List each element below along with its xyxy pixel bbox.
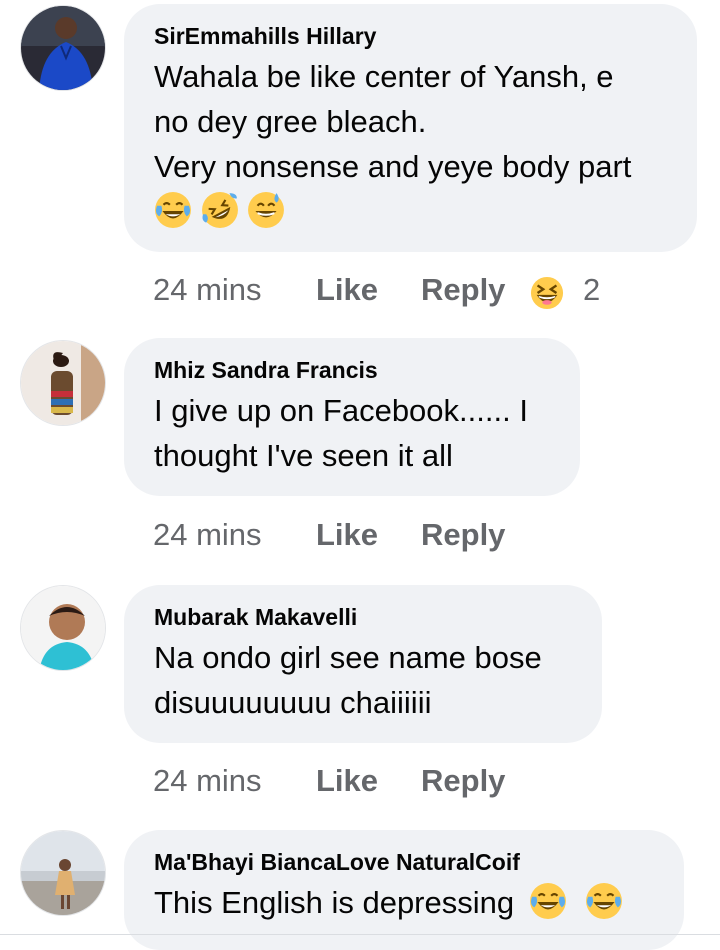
like-button[interactable]: Like (316, 517, 378, 553)
comment-line: disuuuuuuuu chaiiiiii (154, 685, 432, 720)
comment-text: This English is depressing (154, 880, 656, 925)
comment-author[interactable]: Mubarak Makavelli (154, 603, 574, 631)
reply-button[interactable]: Reply (421, 272, 505, 308)
comment-timestamp: 24 mins (153, 272, 262, 307)
comment-author[interactable]: Ma'Bhayi BiancaLove NaturalCoif (154, 848, 656, 876)
avatar[interactable] (20, 830, 106, 916)
comment-text: I give up on Facebook...... I thought I'… (154, 388, 552, 478)
comment-bubble[interactable]: SirEmmahills Hillary Wahala be like cent… (124, 4, 697, 252)
comment-line: I give up on Facebook...... I (154, 393, 528, 428)
like-button[interactable]: Like (316, 272, 378, 308)
comment-emoji-row (154, 189, 669, 234)
comment-timestamp: 24 mins (153, 763, 262, 798)
comment-bubble[interactable]: Mubarak Makavelli Na ondo girl see name … (124, 585, 602, 743)
avatar[interactable] (20, 585, 106, 671)
grinning-sweat-emoji (247, 191, 285, 229)
crying-laughing-emoji (585, 882, 623, 920)
comment-line: Na ondo girl see name bose (154, 640, 542, 675)
comment-author[interactable]: Mhiz Sandra Francis (154, 356, 552, 384)
comment-line-text: This English is depressing (154, 885, 515, 920)
crying-laughing-emoji (154, 191, 192, 229)
reaction-count[interactable]: 2 (583, 272, 600, 308)
reply-button[interactable]: Reply (421, 763, 505, 799)
like-button[interactable]: Like (316, 763, 378, 799)
comment-bubble[interactable]: Ma'Bhayi BiancaLove NaturalCoif This Eng… (124, 830, 684, 950)
comment-line: no dey gree bleach. (154, 104, 427, 139)
comment-line: This English is depressing (154, 880, 656, 925)
comment-bubble[interactable]: Mhiz Sandra Francis I give up on Faceboo… (124, 338, 580, 496)
comment-text: Na ondo girl see name bose disuuuuuuuu c… (154, 635, 574, 725)
crying-laughing-emoji (529, 882, 567, 920)
reply-button[interactable]: Reply (421, 517, 505, 553)
rolling-laughing-emoji (201, 191, 239, 229)
avatar[interactable] (20, 5, 106, 91)
comment-timestamp: 24 mins (153, 517, 262, 552)
divider (0, 934, 720, 935)
avatar[interactable] (20, 340, 106, 426)
comment-text: Wahala be like center of Yansh, e no dey… (154, 54, 669, 234)
comment-line: Very nonsense and yeye body part (154, 149, 632, 184)
comment-author[interactable]: SirEmmahills Hillary (154, 22, 669, 50)
comment-line: thought I've seen it all (154, 438, 453, 473)
laughing-reaction-icon[interactable] (530, 276, 564, 318)
comment-line: Wahala be like center of Yansh, e (154, 59, 614, 94)
